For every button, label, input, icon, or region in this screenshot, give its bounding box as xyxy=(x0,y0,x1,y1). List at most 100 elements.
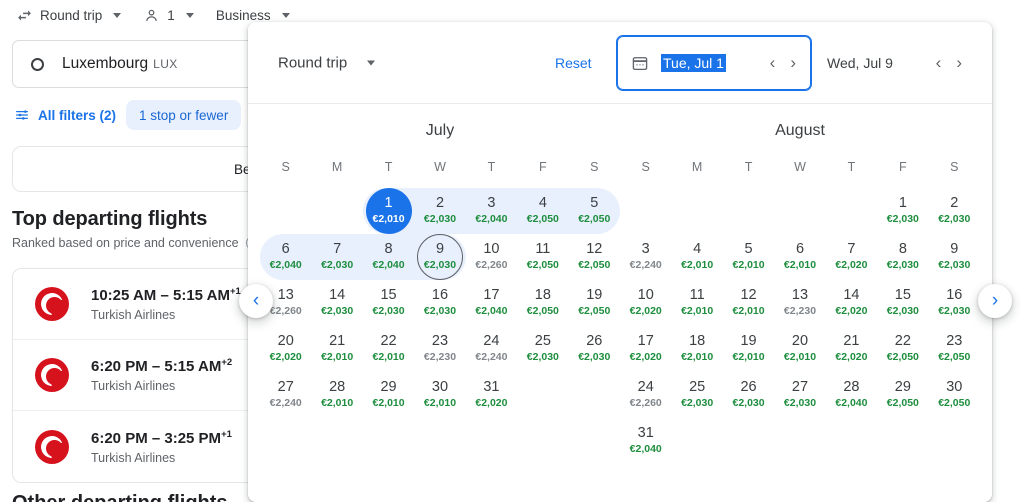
calendar-day-cell[interactable]: 11 €2,010 xyxy=(671,280,722,326)
calendar-day-cell[interactable]: 30 €2,050 xyxy=(929,372,980,418)
calendar-day-cell[interactable]: 16 €2,030 xyxy=(929,280,980,326)
calendar-day-cell[interactable]: 4 €2,050 xyxy=(517,188,568,234)
calendar-day-cell[interactable]: 5 €2,010 xyxy=(723,234,774,280)
calendar-day-cell[interactable]: 15 €2,030 xyxy=(363,280,414,326)
calendar-next-months-button[interactable]: › xyxy=(978,284,1012,318)
calendar-day-cell[interactable]: 31 €2,020 xyxy=(466,372,517,418)
day-price: €2,020 xyxy=(629,305,662,317)
calendar-day-cell[interactable]: 1 €2,030 xyxy=(877,188,928,234)
calendar-day-cell[interactable]: 7 €2,020 xyxy=(826,234,877,280)
calendar-day-cell[interactable]: 28 €2,040 xyxy=(826,372,877,418)
calendar-day-cell[interactable]: 7 €2,030 xyxy=(311,234,362,280)
trip-type-selector[interactable]: Round trip xyxy=(16,7,122,24)
passengers-selector[interactable]: 1 xyxy=(143,7,194,24)
day-number: 14 xyxy=(329,287,346,303)
person-icon xyxy=(143,7,160,24)
day-number: 21 xyxy=(843,333,860,349)
calendar-day-cell[interactable]: 24 €2,240 xyxy=(466,326,517,372)
calendar-day-cell[interactable]: 9 €2,030 xyxy=(929,234,980,280)
day-number: 2 xyxy=(435,195,445,211)
day-number: 6 xyxy=(795,241,805,257)
calendar-day-cell[interactable]: 10 €2,020 xyxy=(620,280,671,326)
calendar-day-cell[interactable]: 8 €2,040 xyxy=(363,234,414,280)
calendar-day-cell[interactable]: 12 €2,050 xyxy=(569,234,620,280)
calendar-trip-type-selector[interactable]: Round trip xyxy=(278,54,376,71)
calendar-day-cell[interactable]: 16 €2,030 xyxy=(414,280,465,326)
day-price: €2,230 xyxy=(783,305,817,317)
calendar-day-cell[interactable]: 11 €2,050 xyxy=(517,234,568,280)
chevron-right-icon[interactable]: › xyxy=(955,54,963,71)
all-filters-button[interactable]: All filters (2) xyxy=(14,107,116,123)
calendar-day-cell[interactable]: 18 €2,050 xyxy=(517,280,568,326)
day-number: 20 xyxy=(791,333,809,349)
calendar-day-cell[interactable]: 2 €2,030 xyxy=(414,188,465,234)
day-price: €2,010 xyxy=(321,397,354,409)
turkish-airlines-logo xyxy=(35,287,69,321)
calendar-day-cell[interactable]: 6 €2,010 xyxy=(774,234,825,280)
calendar-prev-months-button[interactable]: ‹ xyxy=(239,284,273,318)
calendar-day-cell[interactable]: 31 €2,040 xyxy=(620,418,671,464)
calendar-day-cell[interactable]: 30 €2,010 xyxy=(414,372,465,418)
calendar-day-cell[interactable]: 25 €2,030 xyxy=(517,326,568,372)
calendar-day-cell[interactable]: 5 €2,050 xyxy=(569,188,620,234)
weekday-header-row: SMTWTFS xyxy=(260,154,620,188)
calendar-day-cell[interactable]: 21 €2,020 xyxy=(826,326,877,372)
return-date-field[interactable]: Wed, Jul 9 ‹ › xyxy=(812,34,978,91)
calendar-week-row: 3 €2,240 4 €2,010 5 €2,010 6 €2,010 7 €2,020 8 €2,0… xyxy=(620,234,980,280)
calendar-day-cell[interactable]: 17 €2,040 xyxy=(466,280,517,326)
day-number: 11 xyxy=(689,287,705,303)
calendar-day-cell[interactable]: 4 €2,010 xyxy=(671,234,722,280)
calendar-day-cell[interactable]: 14 €2,020 xyxy=(826,280,877,326)
calendar-day-cell[interactable]: 9 €2,030 xyxy=(414,234,465,280)
calendar-day-cell[interactable]: 27 €2,240 xyxy=(260,372,311,418)
day-number: 8 xyxy=(898,241,907,257)
calendar-day-cell[interactable]: 6 €2,040 xyxy=(260,234,311,280)
calendar-day-cell[interactable]: 17 €2,020 xyxy=(620,326,671,372)
calendar-day-cell[interactable]: 28 €2,010 xyxy=(311,372,362,418)
calendar-day-cell[interactable]: 14 €2,030 xyxy=(311,280,362,326)
calendar-day-cell[interactable]: 22 €2,010 xyxy=(363,326,414,372)
chevron-left-icon[interactable]: ‹ xyxy=(935,54,943,71)
calendar-day-cell[interactable]: 3 €2,240 xyxy=(620,234,671,280)
calendar-day-cell[interactable]: 12 €2,010 xyxy=(723,280,774,326)
calendar-day-cell[interactable]: 27 €2,030 xyxy=(774,372,825,418)
filters-row: All filters (2) 1 stop or fewer xyxy=(14,100,242,130)
calendar-day-cell[interactable]: 29 €2,050 xyxy=(877,372,928,418)
calendar-day-cell[interactable]: 26 €2,030 xyxy=(723,372,774,418)
calendar-day-cell[interactable]: 20 €2,020 xyxy=(260,326,311,372)
calendar-day-cell[interactable]: 19 €2,050 xyxy=(569,280,620,326)
day-price: €2,030 xyxy=(526,351,559,363)
calendar-day-cell[interactable]: 21 €2,010 xyxy=(311,326,362,372)
results-subtitle-text: Ranked based on price and convenience xyxy=(12,236,239,250)
calendar-month-july: July S M T W T F S 1 €2,010 2 €2,030 3 €2,040 4 €2,050 5… xyxy=(260,122,620,464)
calendar-day-cell[interactable]: 8 €2,030 xyxy=(877,234,928,280)
day-price: €2,010 xyxy=(681,351,714,363)
calendar-day-cell[interactable]: 23 €2,050 xyxy=(929,326,980,372)
calendar-day-cell[interactable]: 25 €2,030 xyxy=(671,372,722,418)
calendar-day-cell[interactable]: 3 €2,040 xyxy=(466,188,517,234)
day-price: €2,030 xyxy=(578,351,611,363)
calendar-day-cell[interactable]: 24 €2,260 xyxy=(620,372,671,418)
chevron-left-icon[interactable]: ‹ xyxy=(769,54,777,71)
calendar-day-cell[interactable]: 26 €2,030 xyxy=(569,326,620,372)
calendar-day-cell[interactable]: 2 €2,030 xyxy=(929,188,980,234)
calendar-day-cell[interactable]: 23 €2,230 xyxy=(414,326,465,372)
calendar-day-cell[interactable]: 20 €2,010 xyxy=(774,326,825,372)
calendar-day-cell[interactable]: 29 €2,010 xyxy=(363,372,414,418)
calendar-week-row: 1 €2,030 2 €2,030 xyxy=(620,188,980,234)
calendar-day-cell[interactable]: 19 €2,010 xyxy=(723,326,774,372)
cabin-class-selector[interactable]: Business xyxy=(216,8,290,23)
calendar-day-cell[interactable]: 18 €2,010 xyxy=(671,326,722,372)
reset-button[interactable]: Reset xyxy=(555,55,592,71)
day-price: €2,050 xyxy=(886,351,919,363)
calendar-day-cell[interactable]: 10 €2,260 xyxy=(466,234,517,280)
departure-date-field[interactable]: Tue, Jul 1 ‹ › xyxy=(616,34,812,91)
calendar-day-cell[interactable]: 13 €2,230 xyxy=(774,280,825,326)
chevron-right-icon[interactable]: › xyxy=(789,54,797,71)
calendar-day-cell[interactable]: 1 €2,010 xyxy=(363,188,414,234)
calendar-day-cell[interactable]: 15 €2,030 xyxy=(877,280,928,326)
day-number: 30 xyxy=(946,379,963,395)
filter-chip-stops[interactable]: 1 stop or fewer xyxy=(126,100,242,130)
calendar-day-cell[interactable]: 22 €2,050 xyxy=(877,326,928,372)
day-number: 1 xyxy=(898,195,907,211)
